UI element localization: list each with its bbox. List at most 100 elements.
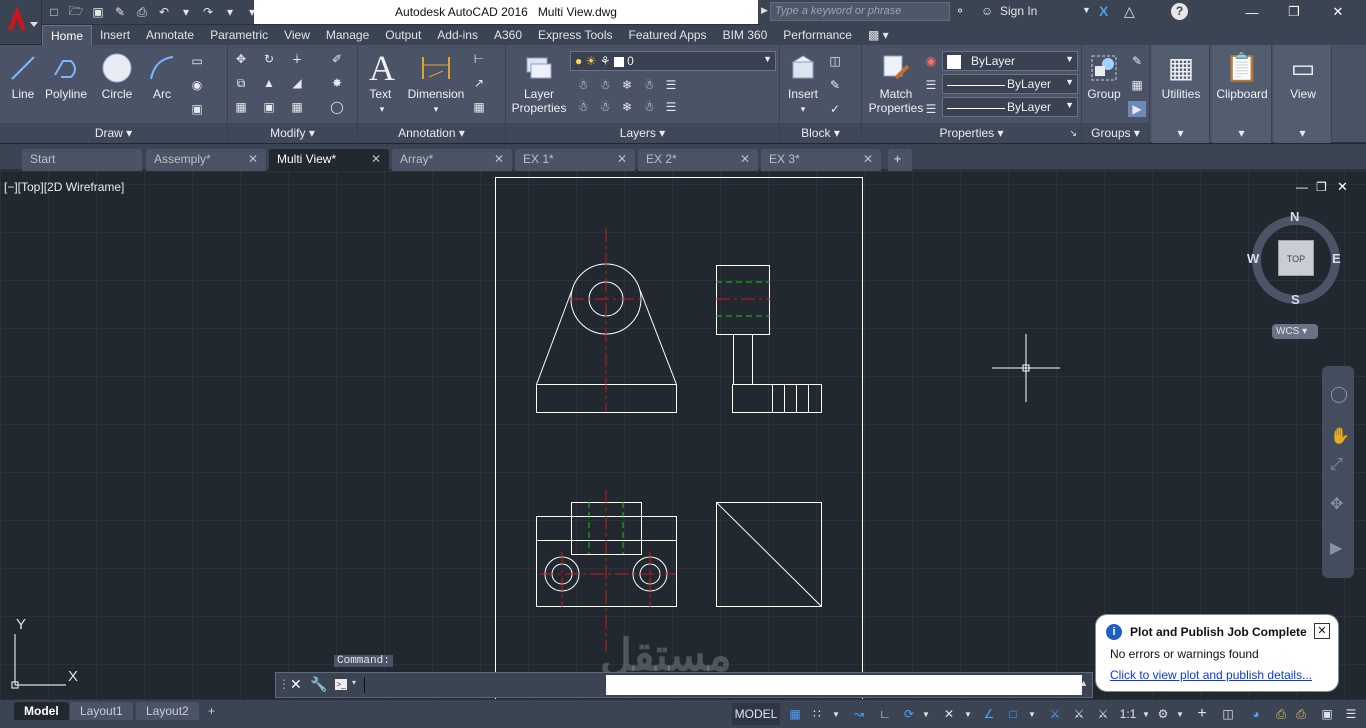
ungroup-icon[interactable]: ✎ [1128,53,1146,69]
close-tab-icon[interactable]: ✕ [371,152,381,166]
polar-dropdown-icon[interactable]: ▼ [920,703,932,725]
lineweight-icon[interactable]: ☰ [922,101,940,117]
snap-mode-icon[interactable]: ∷ [808,703,826,725]
lineweight-dropdown[interactable]: ByLayer ▼ [942,97,1078,117]
wcs-menu[interactable]: WCS ▾ [1272,324,1318,339]
new-icon[interactable]: □ [44,2,64,22]
group-button[interactable]: Group [1084,49,1124,101]
file-tab-ex1[interactable]: EX 1* ✕ [515,149,635,171]
object-snap-dropdown-icon[interactable]: ▼ [1026,703,1038,725]
command-grip-icon[interactable]: ⋮ [278,677,290,691]
workspace-gear-icon[interactable]: ⚙ [1154,703,1172,725]
pan-icon[interactable]: ✋ [1330,426,1350,446]
edit-block-icon[interactable]: ✎ [826,77,844,93]
snap-dropdown-icon[interactable]: ▼ [830,703,842,725]
move-icon[interactable]: ✥ [232,51,250,67]
arc-button[interactable]: Arc [142,49,182,101]
edit-attributes-icon[interactable]: ✓ [826,101,844,117]
layers-panel-title[interactable]: Layers ▾ [506,123,779,143]
tab-a360[interactable]: A360 [486,25,530,45]
properties-panel-title[interactable]: Properties ▾ ↘ [862,123,1081,143]
tab-home[interactable]: Home [42,25,93,45]
command-input[interactable] [606,675,1082,695]
rotate-icon[interactable]: ↻ [260,51,278,67]
scale-value[interactable]: 1:1 [1116,703,1140,725]
clean-screen-icon[interactable]: ▣ [1318,703,1336,725]
steering-wheel-icon[interactable]: ◯ [1330,384,1348,404]
hatch-icon[interactable]: ◉ [188,77,206,93]
tab-view[interactable]: View [276,25,318,45]
file-tab-start[interactable]: Start [22,149,142,171]
tab-annotate[interactable]: Annotate [138,25,202,45]
orbit-icon[interactable]: ✥ [1330,494,1343,514]
circle-button[interactable]: Circle [96,49,138,101]
minimize-icon[interactable]: — [1232,2,1272,22]
modify-panel-title[interactable]: Modify ▾ [228,123,357,143]
viewport-minimize-icon[interactable]: — [1296,180,1308,194]
units-icon[interactable]: ◫ [1218,703,1238,725]
exchange-apps-icon[interactable]: X [1099,3,1108,19]
clipboard-panel[interactable]: 📋 Clipboard ▾ [1212,45,1272,143]
text-button[interactable]: A Text ▾ [364,49,400,116]
layer-dropdown[interactable]: ● ☀ ⚘ 0 ▼ [570,51,776,71]
explode-icon[interactable]: ✸ [328,75,346,91]
scale-dropdown-icon[interactable]: ▼ [1140,703,1152,725]
compass-north[interactable]: N [1290,209,1299,224]
close-tab-icon[interactable]: ✕ [740,152,750,166]
infer-constraints-icon[interactable]: ↝ [850,703,868,725]
tab-express-tools[interactable]: Express Tools [530,25,620,45]
insert-button[interactable]: Insert ▾ [782,49,824,116]
view-expand[interactable]: ▾ [1274,123,1331,143]
customize-command-icon[interactable]: 🔧 [310,676,327,693]
linear-dim-icon[interactable]: ⊢ [470,51,488,67]
line-button[interactable]: Line [6,49,40,101]
layout-tab-layout1[interactable]: Layout1 [70,702,133,720]
layer-isolate-icon[interactable]: ☃ [596,77,614,93]
linetype-icon[interactable]: ☰ [922,77,940,93]
tab-manage[interactable]: Manage [318,25,377,45]
linetype-dropdown[interactable]: ByLayer ▼ [942,74,1078,94]
tab-output[interactable]: Output [377,25,429,45]
array-icon[interactable]: ▦ [288,99,306,115]
layer-properties-button[interactable]: Layer Properties [508,49,570,115]
redo-icon[interactable]: ↷ [198,2,218,22]
annotation-monitor-icon[interactable]: + [1192,703,1212,725]
trim-icon[interactable]: ∔ [288,51,306,67]
redo-dropdown-icon[interactable]: ▾ [220,2,240,22]
layer-copy-icon[interactable]: ☰ [662,99,680,115]
viewport-close-icon[interactable]: ✕ [1337,179,1348,195]
sign-in-button[interactable]: Sign In [1000,4,1037,18]
leader-icon[interactable]: ↗ [470,75,488,91]
tab-bim-360[interactable]: BIM 360 [715,25,776,45]
tab-add-ins[interactable]: Add-ins [429,25,486,45]
close-tab-icon[interactable]: ✕ [617,152,627,166]
group-edit-icon[interactable]: ▦ [1128,77,1146,93]
binoculars-icon[interactable]: ⚬ [955,4,965,18]
layer-freeze-icon[interactable]: ❄ [618,77,636,93]
stretch-icon[interactable]: ▦ [232,99,250,115]
layer-unlock-icon[interactable]: ☃ [640,99,658,115]
table-icon[interactable]: ▦ [470,99,488,115]
auto-scale-icon[interactable]: ⚔ [1070,703,1088,725]
layer-off-icon[interactable]: ☃ [574,77,592,93]
compass-south[interactable]: S [1291,292,1300,307]
showmotion-icon[interactable]: ▶ [1330,538,1342,558]
customization-menu-icon[interactable]: ☰ [1342,703,1360,725]
tab-featured-apps[interactable]: Featured Apps [621,25,715,45]
new-tab-icon[interactable]: + [888,149,912,171]
block-panel-title[interactable]: Block ▾ [780,123,861,143]
groups-panel-title[interactable]: Groups ▾ [1082,123,1149,143]
layer-thaw-icon[interactable]: ❄ [618,99,636,115]
isodraft-icon[interactable]: ✕ [940,703,958,725]
undo-icon[interactable]: ↶ [154,2,174,22]
close-tab-icon[interactable]: ✕ [248,152,258,166]
dimension-button[interactable]: Dimension ▾ [406,49,466,116]
undo-dropdown-icon[interactable]: ▾ [176,2,196,22]
ortho-icon[interactable]: ∟ [876,703,894,725]
zoom-extents-icon[interactable]: ⤢ [1330,456,1343,474]
clipboard-expand[interactable]: ▾ [1212,123,1271,143]
restore-icon[interactable]: ❐ [1274,2,1314,22]
stay-connected-icon[interactable]: △ [1124,3,1135,20]
plot-status-icon[interactable]: ⎙ [1272,703,1290,725]
layout-tab-layout2[interactable]: Layout2 [136,702,199,720]
